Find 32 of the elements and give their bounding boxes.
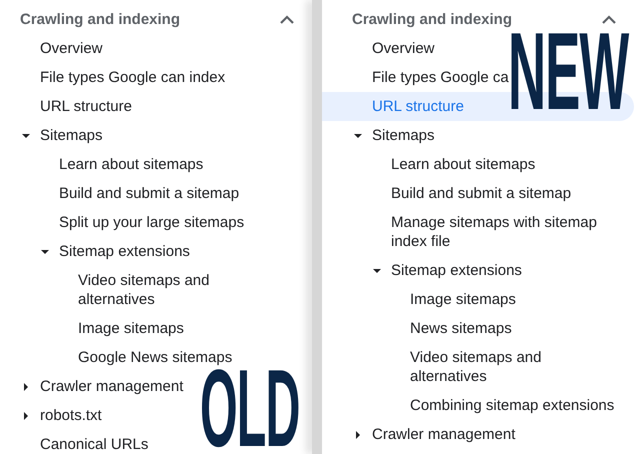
overlay-label: OLD xyxy=(200,367,300,451)
caret-right-icon[interactable] xyxy=(22,412,30,420)
section-heading: Crawling and indexing xyxy=(352,10,512,29)
nav-item[interactable]: Video sitemaps and alternatives xyxy=(352,343,634,391)
nav-item[interactable]: Overview xyxy=(20,34,312,63)
chevron-up-icon[interactable] xyxy=(602,15,616,24)
nav-item[interactable]: Image sitemaps xyxy=(352,285,634,314)
nav-item[interactable]: Sitemap extensions xyxy=(20,237,312,266)
nav-item[interactable]: Build and submit a sitemap xyxy=(352,179,634,208)
nav-item[interactable]: Sitemap extensions xyxy=(352,256,634,285)
nav-item[interactable]: Combining sitemap extensions xyxy=(352,391,634,420)
caret-down-icon[interactable] xyxy=(354,132,362,140)
nav-item[interactable]: URL structure xyxy=(20,92,312,121)
caret-right-icon[interactable] xyxy=(354,431,362,439)
nav-item[interactable]: Sitemaps xyxy=(20,121,312,150)
nav-item[interactable]: Manage sitemaps with sitemap index file xyxy=(352,208,634,256)
nav-item[interactable]: Learn about sitemaps xyxy=(352,150,634,179)
nav-item[interactable]: File types Google can index xyxy=(20,63,312,92)
caret-down-icon[interactable] xyxy=(373,267,381,275)
section-heading: Crawling and indexing xyxy=(20,10,180,29)
caret-down-icon[interactable] xyxy=(22,132,30,140)
nav-item[interactable]: Learn about sitemaps xyxy=(20,150,312,179)
nav-item[interactable]: Video sitemaps and alternatives xyxy=(20,266,312,314)
caret-right-icon[interactable] xyxy=(22,383,30,391)
nav-item[interactable]: Split up your large sitemaps xyxy=(20,208,312,237)
nav-item[interactable]: News sitemaps xyxy=(352,314,634,343)
caret-down-icon[interactable] xyxy=(41,248,49,256)
chevron-up-icon[interactable] xyxy=(280,15,294,24)
nav-item[interactable]: Image sitemaps xyxy=(20,314,312,343)
nav-item[interactable]: Sitemaps xyxy=(352,121,634,150)
nav-item[interactable]: Crawler management xyxy=(352,420,634,449)
nav-item[interactable]: Build and submit a sitemap xyxy=(20,179,312,208)
